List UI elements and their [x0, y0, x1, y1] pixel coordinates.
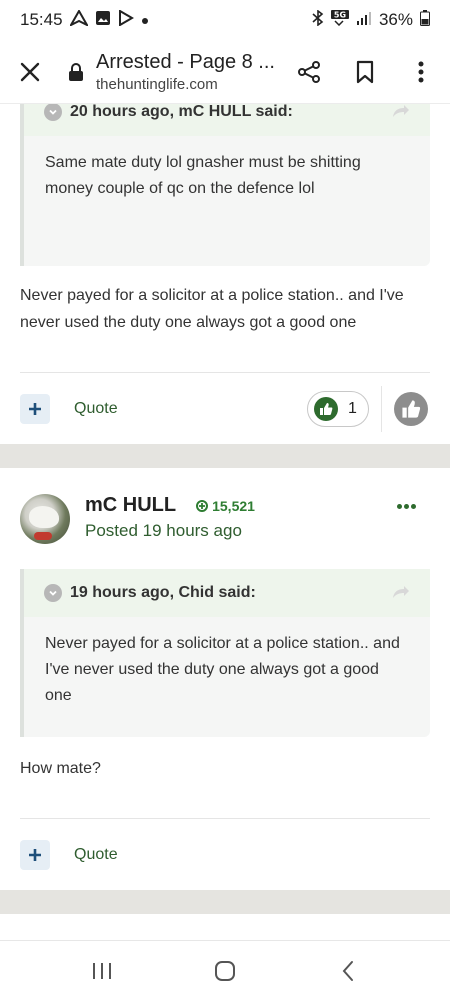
status-left: 15:45 [20, 8, 149, 31]
react-button[interactable] [394, 392, 428, 426]
home-icon [214, 960, 235, 981]
browser-actions [296, 59, 434, 85]
bookmark-button[interactable] [352, 59, 378, 85]
5g-icon: 5G [330, 9, 349, 31]
browser-toolbar: Arrested - Page 8 ... thehuntinglife.com [0, 40, 450, 104]
author-name[interactable]: mC HULL [85, 494, 176, 517]
post-actions: Quote [20, 832, 430, 878]
page-title: Arrested - Page 8 ... [96, 50, 275, 73]
divider [20, 372, 430, 373]
post-options-button[interactable] [397, 504, 416, 509]
quote-link-arrow-icon[interactable] [392, 104, 410, 123]
quote-link-arrow-icon[interactable] [392, 583, 410, 604]
reputation-count: 15,521 [212, 497, 255, 514]
post-body: How mate? [20, 760, 101, 777]
quote-chevron-icon[interactable] [44, 584, 62, 602]
recent-apps-button[interactable] [82, 951, 122, 991]
vertical-dots-icon [418, 61, 424, 82]
page-title-block[interactable]: Arrested - Page 8 ... thehuntinglife.com [96, 51, 284, 93]
recent-apps-icon [92, 962, 111, 979]
post-actions: Quote 1 [20, 386, 430, 432]
status-right: 5G 36% [312, 8, 430, 31]
dot-icon [404, 504, 409, 509]
reaction-count-pill[interactable]: 1 [307, 391, 369, 427]
status-bar: 15:45 5G 36% [0, 0, 450, 40]
thumbs-up-icon [402, 400, 421, 418]
lock-icon [68, 61, 86, 83]
quote-text: Same mate duty lol gnasher must be shitt… [45, 154, 361, 197]
image-icon [95, 10, 111, 31]
post-separator [0, 890, 450, 914]
quote-block: 19 hours ago, Chid said: Never payed for… [20, 569, 430, 737]
status-time: 15:45 [20, 10, 63, 29]
system-nav-bar [0, 940, 450, 1000]
more-menu-button[interactable] [408, 59, 434, 85]
network-label: 5G [334, 10, 346, 19]
plus-icon [29, 849, 41, 861]
bluetooth-icon [312, 8, 324, 31]
share-icon [298, 60, 320, 83]
dot-icon [411, 504, 416, 509]
quote-header: 19 hours ago, Chid said: [24, 569, 430, 617]
thumbs-up-icon [314, 397, 338, 421]
quote-author-line: 19 hours ago, Chid said: [70, 584, 256, 601]
close-button[interactable] [16, 58, 44, 86]
quote-button[interactable]: Quote [74, 400, 118, 418]
plus-circle-icon [196, 499, 209, 512]
quote-header: 20 hours ago, mC HULL said: [24, 104, 430, 136]
quote-chevron-icon[interactable] [44, 104, 62, 121]
post-separator [0, 444, 450, 468]
divider [381, 386, 382, 432]
home-button[interactable] [205, 951, 245, 991]
battery-icon [420, 9, 430, 31]
author-line: mC HULL 15,521 [85, 494, 255, 517]
dot-icon [397, 504, 402, 509]
post-author-row: mC HULL 15,521 Posted 19 hours ago [20, 494, 430, 550]
multiquote-add-button[interactable] [20, 840, 50, 870]
bookmark-icon [356, 60, 374, 83]
avatar-red-shape [34, 532, 52, 540]
signal-icon [356, 10, 372, 30]
avatar-dog-shape [29, 506, 59, 528]
share-button[interactable] [296, 59, 322, 85]
post-timestamp[interactable]: Posted 19 hours ago [85, 521, 255, 541]
back-chevron-icon [342, 960, 354, 981]
reputation-badge: 15,521 [196, 498, 255, 514]
author-info: mC HULL 15,521 Posted 19 hours ago [85, 494, 255, 541]
battery-percent: 36% [378, 10, 413, 29]
back-button[interactable] [328, 951, 368, 991]
close-icon [20, 62, 40, 81]
page-content[interactable]: 20 hours ago, mC HULL said: Same mate du… [0, 104, 450, 940]
quote-block: 20 hours ago, mC HULL said: Same mate du… [20, 104, 430, 266]
avatar[interactable] [20, 494, 70, 544]
quote-text: Never payed for a solicitor at a police … [45, 635, 400, 704]
plus-icon [29, 403, 41, 415]
page-url: thehuntinglife.com [96, 75, 218, 93]
navigation-arrow-icon [68, 8, 90, 31]
multiquote-add-button[interactable] [20, 394, 50, 424]
divider [20, 818, 430, 819]
play-store-icon [118, 8, 134, 31]
quote-button[interactable]: Quote [74, 846, 118, 864]
reaction-count: 1 [348, 400, 357, 417]
quote-author-line: 20 hours ago, mC HULL said: [70, 104, 293, 120]
dot-icon [141, 10, 149, 30]
post-body: Never payed for a solicitor at a police … [20, 287, 404, 331]
